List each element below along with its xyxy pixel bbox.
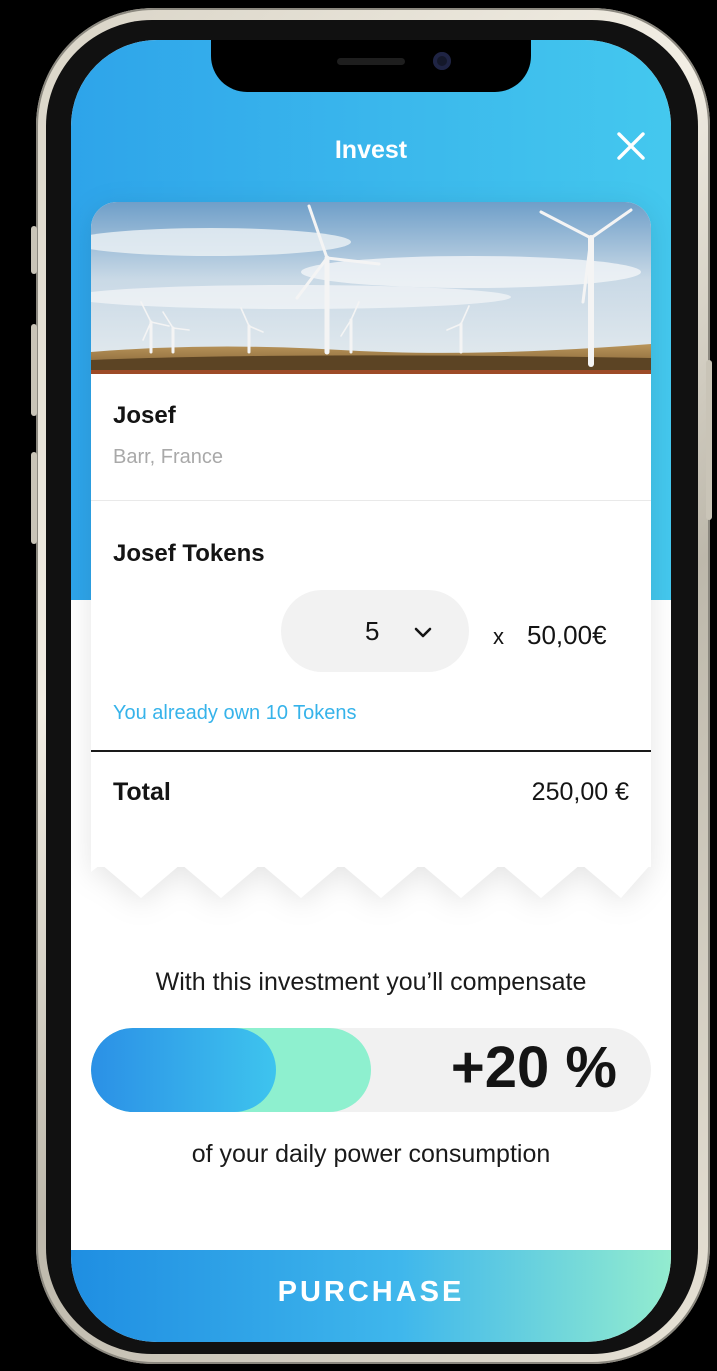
total-label: Total	[113, 778, 171, 806]
wind-turbines-photo	[91, 202, 651, 374]
total-divider	[91, 750, 651, 752]
tokens-label: Josef Tokens	[113, 540, 265, 567]
speaker-grille	[337, 58, 405, 65]
volume-up-button	[31, 324, 37, 416]
token-quantity-select[interactable]: 5	[281, 590, 469, 672]
project-name: Josef	[113, 402, 176, 429]
progress-existing-share	[91, 1028, 276, 1112]
compensation-outro: of your daily power consumption	[191, 1140, 551, 1168]
notch	[211, 40, 531, 92]
project-image	[91, 202, 651, 374]
investment-card: Josef Barr, France Josef Tokens 5 x 50,0…	[91, 202, 651, 902]
front-camera	[433, 52, 451, 70]
project-location: Barr, France	[113, 446, 224, 468]
purchase-button[interactable]: PURCHASE	[71, 1250, 671, 1342]
chevron-down-icon	[414, 627, 432, 638]
power-button	[706, 360, 712, 520]
total-value: 250,00 €	[531, 778, 629, 806]
token-quantity-value: 5	[365, 616, 380, 646]
divider	[91, 500, 651, 501]
app-screen: Invest Josef Barr, France Josef Tokens 5…	[71, 40, 671, 1342]
page-title: Invest	[334, 136, 408, 164]
token-unit-price: 50,00€	[527, 620, 607, 650]
volume-down-button	[31, 452, 37, 544]
compensation-percent: +20 %	[450, 1035, 617, 1100]
compensation-intro: With this investment you’ll compensate	[155, 968, 587, 996]
compensation-progress: +20 %	[91, 1028, 651, 1112]
receipt-zigzag-edge	[91, 862, 651, 898]
close-button[interactable]	[613, 128, 649, 164]
close-icon	[617, 132, 645, 160]
owned-tokens-note: You already own 10 Tokens	[113, 702, 357, 724]
mute-switch	[31, 226, 37, 274]
multiply-sign: x	[493, 624, 504, 649]
card-body: Josef Barr, France Josef Tokens 5 x 50,0…	[91, 202, 651, 867]
